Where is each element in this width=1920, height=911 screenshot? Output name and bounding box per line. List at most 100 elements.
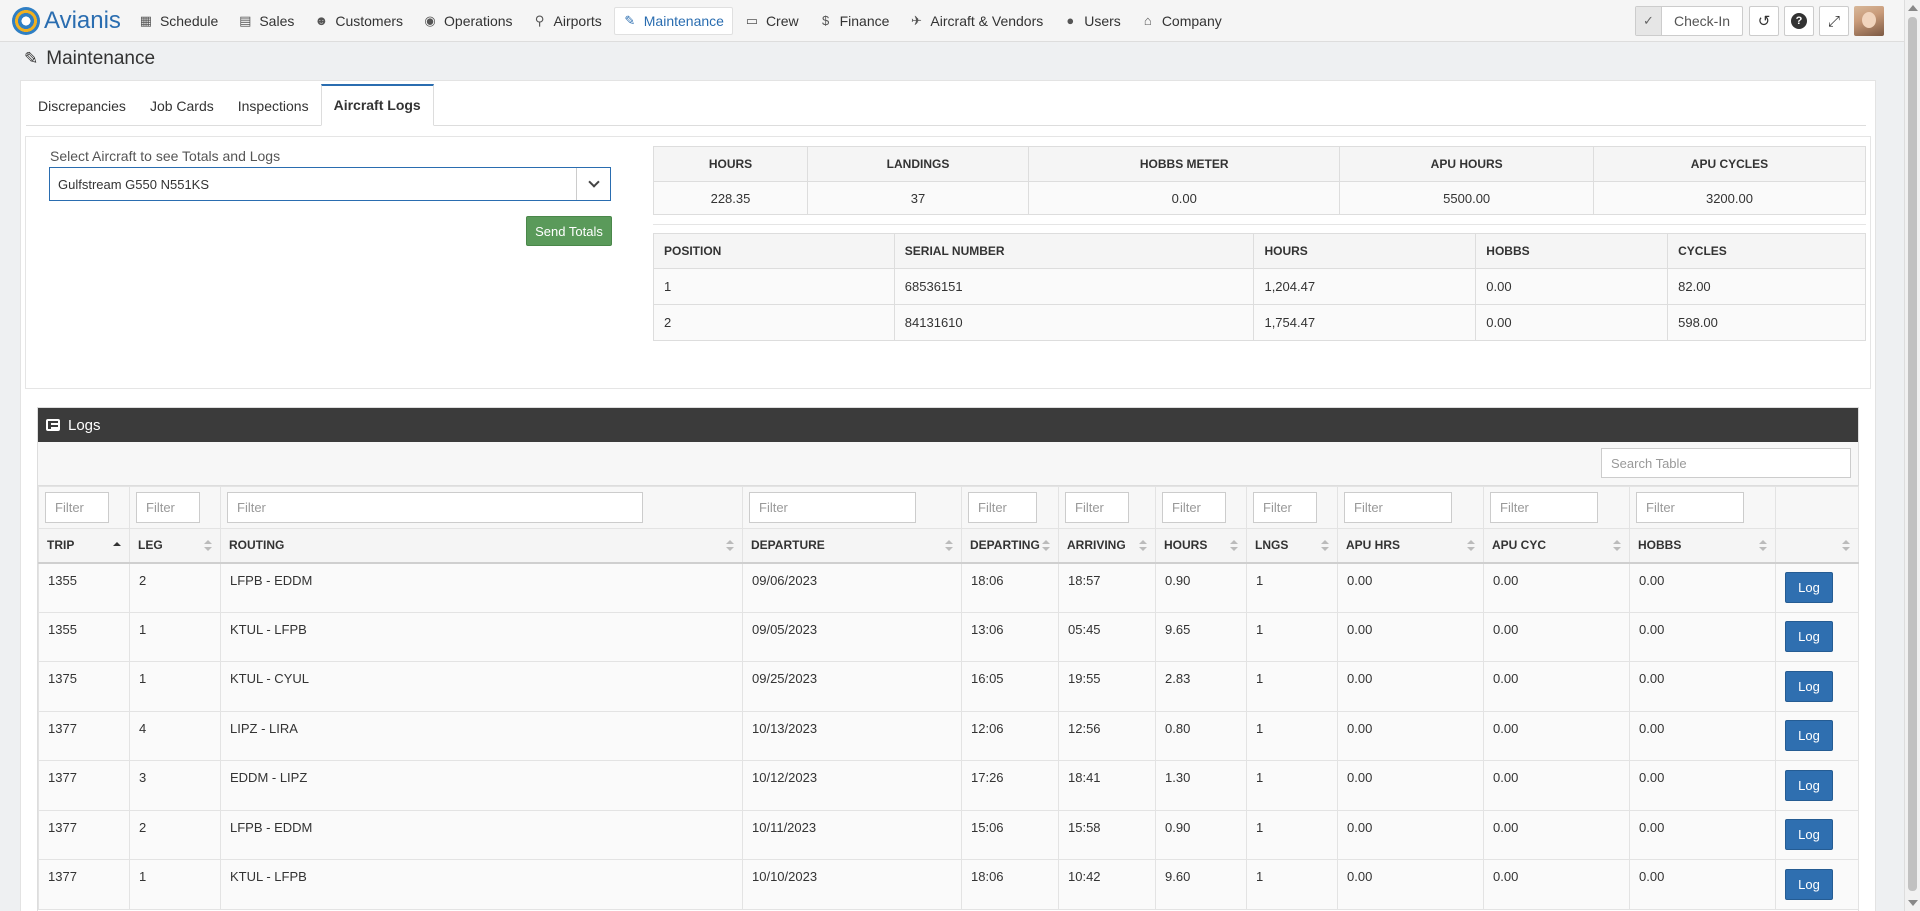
column-header-label: LNGS: [1255, 538, 1289, 553]
scroll-down-icon[interactable]: [1908, 900, 1918, 906]
column-header[interactable]: HOBBS: [1629, 528, 1776, 564]
nav-item-maintenance[interactable]: ✎ Maintenance: [613, 6, 733, 35]
page-scrollbar[interactable]: [1904, 0, 1920, 911]
column-header[interactable]: [1775, 528, 1859, 564]
column-filter-input[interactable]: [1065, 492, 1129, 523]
nav-item-customers[interactable]: ☻ Customers: [306, 7, 411, 35]
column-filter-input[interactable]: [227, 492, 643, 523]
table-cell: LFPB - EDDM: [220, 809, 743, 860]
sort-icon[interactable]: [945, 540, 953, 552]
column-header[interactable]: ARRIVING: [1058, 528, 1156, 564]
page-title: ✎ Maintenance: [24, 48, 155, 70]
tab-job-cards[interactable]: Job Cards: [138, 87, 226, 125]
sort-icon[interactable]: [1467, 540, 1475, 552]
table-cell: 0.00: [1337, 661, 1484, 712]
filter-cell: [220, 486, 743, 529]
column-filter-input[interactable]: [1344, 492, 1452, 523]
expand-icon: ⤢: [1827, 12, 1840, 30]
scroll-up-icon[interactable]: [1908, 5, 1918, 11]
search-table-input[interactable]: [1601, 448, 1851, 478]
column-filter-input[interactable]: [968, 492, 1037, 523]
table-cell: 0.00: [1629, 710, 1776, 761]
nav-item-users[interactable]: ● Users: [1055, 7, 1129, 35]
log-button[interactable]: Log: [1785, 621, 1833, 653]
nav-item-operations[interactable]: ◉ Operations: [415, 7, 520, 35]
table-cell: 2: [129, 809, 221, 860]
totals-value: 37: [806, 181, 1030, 215]
column-header-label: TRIP: [47, 538, 75, 553]
table-cell: 0.00: [1483, 760, 1630, 811]
column-header[interactable]: LNGS: [1246, 528, 1338, 564]
fullscreen-button[interactable]: ⤢: [1819, 6, 1849, 36]
sort-icon[interactable]: [1230, 540, 1238, 552]
column-header[interactable]: ROUTING: [220, 528, 743, 564]
log-button[interactable]: Log: [1785, 868, 1833, 900]
sort-icon[interactable]: [1139, 540, 1147, 552]
table-cell: 1377: [38, 710, 130, 761]
check-in-button[interactable]: ✓ Check-In: [1634, 6, 1743, 36]
document-icon: ▤: [239, 12, 252, 28]
engines-header: SERIAL NUMBER: [893, 233, 1255, 269]
aircraft-select[interactable]: Gulfstream G550 N551KS: [49, 167, 611, 201]
sort-icon[interactable]: [1042, 540, 1050, 552]
column-filter-input[interactable]: [749, 492, 916, 523]
chevron-down-icon[interactable]: [576, 168, 610, 200]
sort-asc-icon[interactable]: [113, 540, 121, 552]
column-header[interactable]: LEG: [129, 528, 221, 564]
sort-icon[interactable]: [1842, 540, 1850, 552]
nav-item-finance[interactable]: $ Finance: [811, 7, 898, 35]
send-totals-button[interactable]: Send Totals: [526, 216, 612, 246]
log-button[interactable]: Log: [1785, 819, 1833, 851]
sort-icon[interactable]: [1613, 540, 1621, 552]
sort-icon[interactable]: [1321, 540, 1329, 552]
header-actions: ✓ Check-In ↺ ? ⤢: [1634, 6, 1884, 36]
table-row: 1355 2 LFPB - EDDM 09/06/2023 18:06 18:57 0.90…: [38, 562, 1859, 613]
table-cell: 0.00: [1483, 710, 1630, 761]
log-button[interactable]: Log: [1785, 769, 1833, 801]
column-filter-input[interactable]: [1162, 492, 1226, 523]
column-filter-input[interactable]: [136, 492, 200, 523]
table-cell: 10/10/2023: [742, 859, 962, 910]
check-circle-icon: ✓: [1635, 7, 1662, 35]
table-cell: 0.00: [1337, 859, 1484, 910]
column-header[interactable]: APU HRS: [1337, 528, 1484, 564]
log-button[interactable]: Log: [1785, 572, 1833, 603]
sort-icon[interactable]: [1759, 540, 1767, 552]
column-header[interactable]: DEPARTURE: [742, 528, 962, 564]
tab-discrepancies[interactable]: Discrepancies: [26, 87, 138, 125]
column-filter-input[interactable]: [45, 492, 109, 523]
scroll-thumb[interactable]: [1908, 17, 1917, 891]
nav-item-aircraft-vendors[interactable]: ✈ Aircraft & Vendors: [901, 7, 1051, 35]
column-header[interactable]: TRIP: [38, 528, 130, 564]
column-header[interactable]: APU CYC: [1483, 528, 1630, 564]
log-button[interactable]: Log: [1785, 670, 1833, 702]
tab-inspections[interactable]: Inspections: [226, 87, 321, 125]
users-icon: ☻: [314, 13, 329, 28]
log-button[interactable]: Log: [1785, 720, 1833, 752]
column-header[interactable]: HOURS: [1155, 528, 1247, 564]
table-cell: 1: [1246, 661, 1338, 712]
table-cell: EDDM - LIPZ: [220, 760, 743, 811]
nav-item-crew[interactable]: ▭ Crew: [737, 7, 807, 35]
sort-icon[interactable]: [726, 540, 734, 552]
column-header[interactable]: DEPARTING: [961, 528, 1059, 564]
history-button[interactable]: ↺: [1749, 6, 1779, 36]
column-filter-input[interactable]: [1253, 492, 1317, 523]
table-row: 1377 3 EDDM - LIPZ 10/12/2023 17:26 18:41 1.30…: [38, 760, 1859, 811]
nav-item-sales[interactable]: ▤ Sales: [230, 7, 302, 35]
nav-item-label: Operations: [444, 12, 513, 29]
table-cell: 10:42: [1058, 859, 1156, 910]
help-button[interactable]: ?: [1784, 6, 1814, 36]
column-filter-input[interactable]: [1490, 492, 1598, 523]
action-cell: Log: [1775, 562, 1859, 613]
nav-item-company[interactable]: ⌂ Company: [1133, 7, 1230, 35]
column-filter-input[interactable]: [1636, 492, 1744, 523]
nav-item-airports[interactable]: ⚲ Airports: [525, 7, 610, 35]
nav-item-schedule[interactable]: ▦ Schedule: [131, 7, 226, 35]
table-cell: 17:26: [961, 760, 1059, 811]
table-cell: 0.80: [1155, 710, 1247, 761]
avatar[interactable]: [1854, 6, 1884, 36]
brand[interactable]: Avianis: [0, 6, 121, 35]
sort-icon[interactable]: [204, 540, 212, 552]
tab-aircraft-logs[interactable]: Aircraft Logs: [320, 84, 434, 126]
